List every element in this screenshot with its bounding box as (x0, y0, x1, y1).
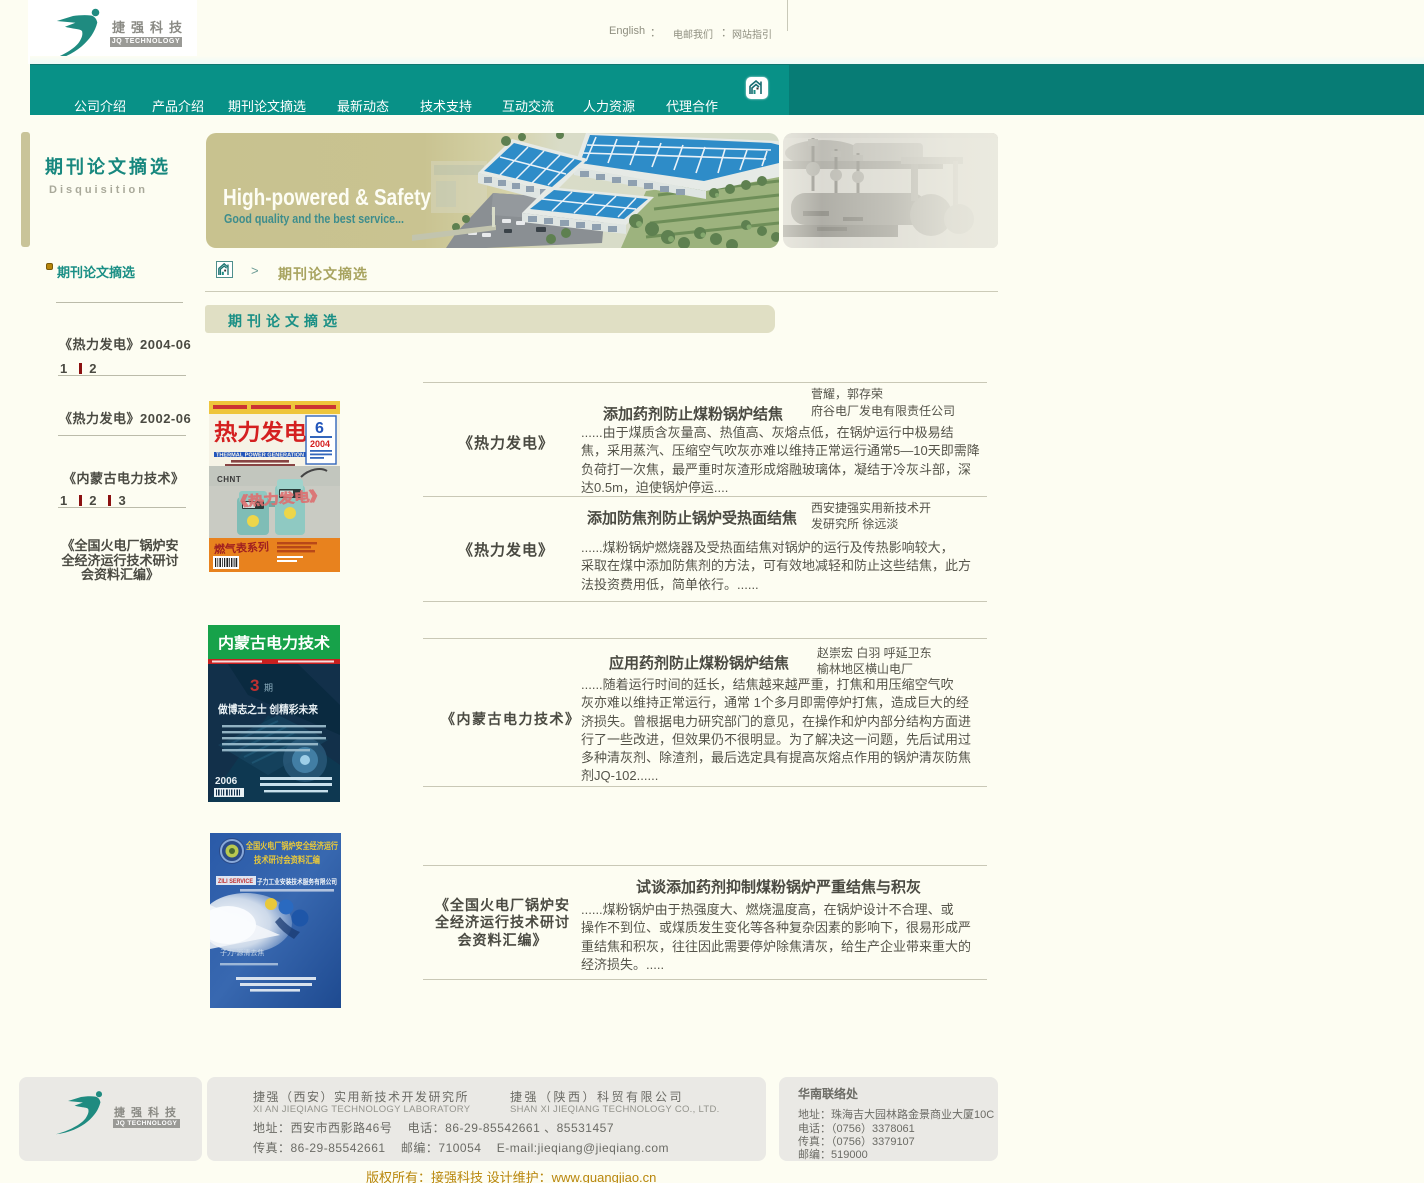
svg-text:技术研讨会资料汇编: 技术研讨会资料汇编 (254, 854, 320, 865)
svg-text:做博志之士 创精彩未来: 做博志之士 创精彩未来 (217, 702, 319, 716)
svg-text:全国火电厂锅炉安全经济运行: 全国火电厂锅炉安全经济运行 (245, 840, 338, 851)
svg-text:6: 6 (315, 420, 324, 437)
svg-text:子力工业安装技术服务有限公司: 子力工业安装技术服务有限公司 (257, 877, 337, 886)
svg-text:2004: 2004 (310, 439, 330, 449)
svg-text:THERMAL POWER GENERATION: THERMAL POWER GENERATION (216, 453, 304, 459)
svg-text:Good quality and the best serv: Good quality and the best service... (224, 211, 404, 226)
svg-text:CHNT: CHNT (217, 475, 241, 484)
svg-text:期: 期 (264, 683, 273, 693)
svg-text:2006: 2006 (215, 776, 238, 787)
svg-text:内蒙古电力技术: 内蒙古电力技术 (218, 634, 330, 652)
svg-text:3: 3 (250, 676, 259, 695)
svg-text:ZILI SERVICE: ZILI SERVICE (218, 878, 254, 885)
svg-text:子力·源清去焦: 子力·源清去焦 (220, 948, 264, 957)
svg-text:High-powered & Safety: High-powered & Safety (223, 184, 431, 210)
svg-text:热力发电: 热力发电 (214, 420, 307, 445)
